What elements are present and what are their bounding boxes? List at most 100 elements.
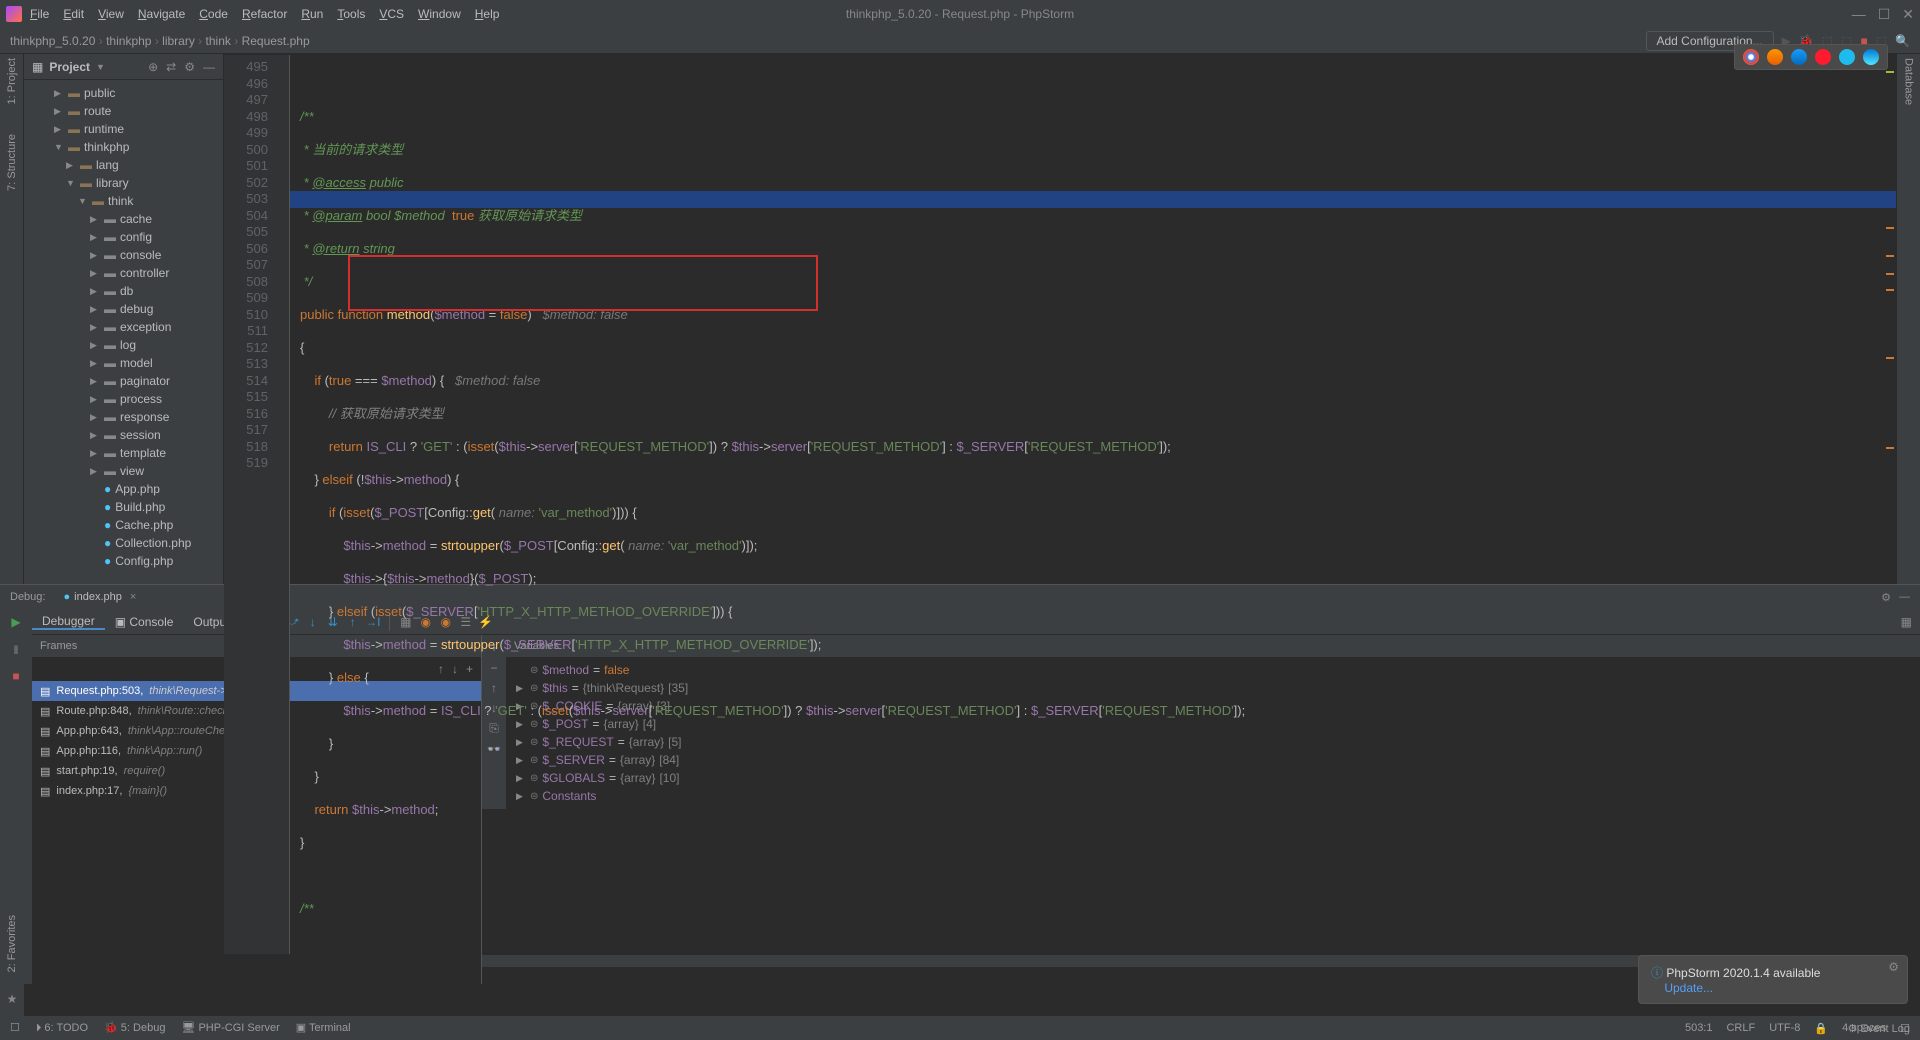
tree-item[interactable]: ▶▬public [24, 84, 223, 102]
crumb[interactable]: library [162, 34, 195, 48]
menu-view[interactable]: View [98, 7, 124, 21]
menu-run[interactable]: Run [301, 7, 323, 21]
tree-item[interactable]: ▶▬paginator [24, 372, 223, 390]
target-icon[interactable]: ⊕ [148, 60, 158, 74]
update-notification[interactable]: ⓘ PhpStorm 2020.1.4 available Update... … [1638, 955, 1908, 1004]
crumb[interactable]: thinkphp [106, 34, 151, 48]
mem-icon[interactable]: ☐ [1900, 1022, 1910, 1035]
project-tree[interactable]: ▶▬public▶▬route▶▬runtime▼▬thinkphp▶▬lang… [24, 80, 223, 584]
menu-vcs[interactable]: VCS [379, 7, 404, 21]
tree-item[interactable]: ▶▬controller [24, 264, 223, 282]
tree-item[interactable]: ▶▬config [24, 228, 223, 246]
tree-item[interactable]: ●Cache.php [24, 516, 223, 534]
tab-project[interactable]: 1: Project [6, 58, 18, 104]
crumb[interactable]: thinkphp_5.0.20 [10, 34, 95, 48]
lock-icon[interactable]: 🔒 [1814, 1022, 1828, 1035]
statusbar: ☐ ⏵ 6: TODO 🐞 5: Debug 🖥 PHP-CGI Server ▣ Te… [0, 1016, 1920, 1040]
gear-icon[interactable]: ⚙ [184, 60, 195, 74]
ie-icon[interactable] [1839, 49, 1855, 65]
debug-hide-icon[interactable]: — [1899, 591, 1910, 604]
cursor-pos[interactable]: 503:1 [1685, 1022, 1713, 1034]
search-icon[interactable]: 🔍 [1895, 34, 1910, 48]
tree-item[interactable]: ▶▬session [24, 426, 223, 444]
indent[interactable]: 4 spaces [1842, 1022, 1886, 1034]
tree-item[interactable]: ▶▬console [24, 246, 223, 264]
status-item[interactable]: ⏵ 6: TODO [36, 1022, 88, 1034]
tab-structure[interactable]: 7: Structure [6, 134, 18, 191]
menu-navigate[interactable]: Navigate [138, 7, 185, 21]
tree-item[interactable]: ▶▬debug [24, 300, 223, 318]
menu-tools[interactable]: Tools [337, 7, 365, 21]
tree-item[interactable]: ▶▬view [24, 462, 223, 480]
debug-left-buttons: ▶ [0, 607, 32, 637]
tree-item[interactable]: ▶▬template [24, 444, 223, 462]
resume-icon[interactable]: ▶ [6, 613, 26, 631]
gutter: 4954964974984995005015025035045055065075… [224, 55, 276, 954]
star-icon[interactable]: ★ [7, 992, 18, 1006]
tree-item[interactable]: ▶▬exception [24, 318, 223, 336]
main-area: 1: Project 7: Structure ▦ Project ▼ ⊕ ⇄ … [0, 54, 1920, 584]
chrome-icon[interactable] [1743, 49, 1759, 65]
breadcrumb-bar: thinkphp_5.0.20 › thinkphp › library › t… [0, 28, 1920, 54]
pause-icon[interactable]: ‖ [6, 641, 26, 659]
tree-item[interactable]: ▶▬db [24, 282, 223, 300]
maximize-icon[interactable]: ☐ [1878, 6, 1891, 23]
status-item[interactable]: 🖥 PHP-CGI Server [181, 1022, 279, 1034]
main-menu: File Edit View Navigate Code Refactor Run Tools… [30, 7, 499, 21]
tree-item[interactable]: ▶▬response [24, 408, 223, 426]
menu-code[interactable]: Code [199, 7, 228, 21]
crumb[interactable]: think [206, 34, 231, 48]
layout-icon[interactable]: ▦ [1893, 615, 1920, 629]
opera-icon[interactable] [1815, 49, 1831, 65]
menu-help[interactable]: Help [475, 7, 500, 21]
bottom-left-bar: 2: Favorites ★ [0, 686, 24, 1016]
tree-item[interactable]: ●Config.php [24, 552, 223, 570]
menu-edit[interactable]: Edit [63, 7, 84, 21]
tree-item[interactable]: ▶▬runtime [24, 120, 223, 138]
code-area[interactable]: 4954964974984995005015025035045055065075… [224, 55, 1896, 954]
tab-database[interactable]: Database [1903, 58, 1915, 105]
stop-debug-icon[interactable]: ■ [6, 667, 26, 685]
tree-item[interactable]: ▶▬model [24, 354, 223, 372]
collapse-icon[interactable]: ⇄ [166, 60, 176, 74]
tree-item[interactable]: ▶▬cache [24, 210, 223, 228]
tree-item[interactable]: ▼▬think [24, 192, 223, 210]
debug-label: Debug: [10, 591, 45, 603]
menu-refactor[interactable]: Refactor [242, 7, 287, 21]
menu-file[interactable]: File [30, 7, 49, 21]
debugger-tab[interactable]: Debugger [32, 614, 105, 630]
status-item[interactable]: ▣ Terminal [296, 1022, 351, 1034]
current-line-highlight [290, 191, 1896, 208]
tree-item[interactable]: ▶▬log [24, 336, 223, 354]
safari-icon[interactable] [1791, 49, 1807, 65]
crumb[interactable]: Request.php [242, 34, 310, 48]
tree-item[interactable]: ▼▬thinkphp [24, 138, 223, 156]
encoding[interactable]: UTF-8 [1769, 1022, 1800, 1034]
status-item[interactable]: ☐ [10, 1022, 20, 1034]
tree-item[interactable]: ▼▬library [24, 174, 223, 192]
hide-icon[interactable]: — [203, 60, 215, 74]
tree-item[interactable]: ●Collection.php [24, 534, 223, 552]
titlebar: File Edit View Navigate Code Refactor Run Tools… [0, 0, 1920, 28]
code-content[interactable]: /** * 当前的请求类型 * @access public * @param … [290, 55, 1896, 954]
tree-item[interactable]: ▶▬process [24, 390, 223, 408]
menu-window[interactable]: Window [418, 7, 461, 21]
update-link[interactable]: Update... [1664, 981, 1713, 995]
tree-item[interactable]: ▶▬lang [24, 156, 223, 174]
notification-close-icon[interactable]: ⚙ [1888, 960, 1899, 974]
close-icon[interactable]: ✕ [1902, 6, 1914, 23]
project-title: Project [49, 60, 90, 74]
status-item[interactable]: 🐞 5: Debug [104, 1022, 165, 1034]
minimize-icon[interactable]: — [1852, 6, 1866, 23]
console-tab[interactable]: ▣ Console [105, 615, 184, 629]
tab-favorites[interactable]: 2: Favorites [6, 915, 18, 972]
line-sep[interactable]: CRLF [1726, 1022, 1755, 1034]
edge-icon[interactable] [1863, 49, 1879, 65]
tree-item[interactable]: ▶▬route [24, 102, 223, 120]
error-stripe[interactable] [1884, 55, 1896, 954]
tree-item[interactable]: ●App.php [24, 480, 223, 498]
debug-tab[interactable]: ●index.php× [55, 591, 144, 603]
firefox-icon[interactable] [1767, 49, 1783, 65]
tree-item[interactable]: ●Build.php [24, 498, 223, 516]
window-title: thinkphp_5.0.20 - Request.php - PhpStorm [846, 7, 1074, 21]
